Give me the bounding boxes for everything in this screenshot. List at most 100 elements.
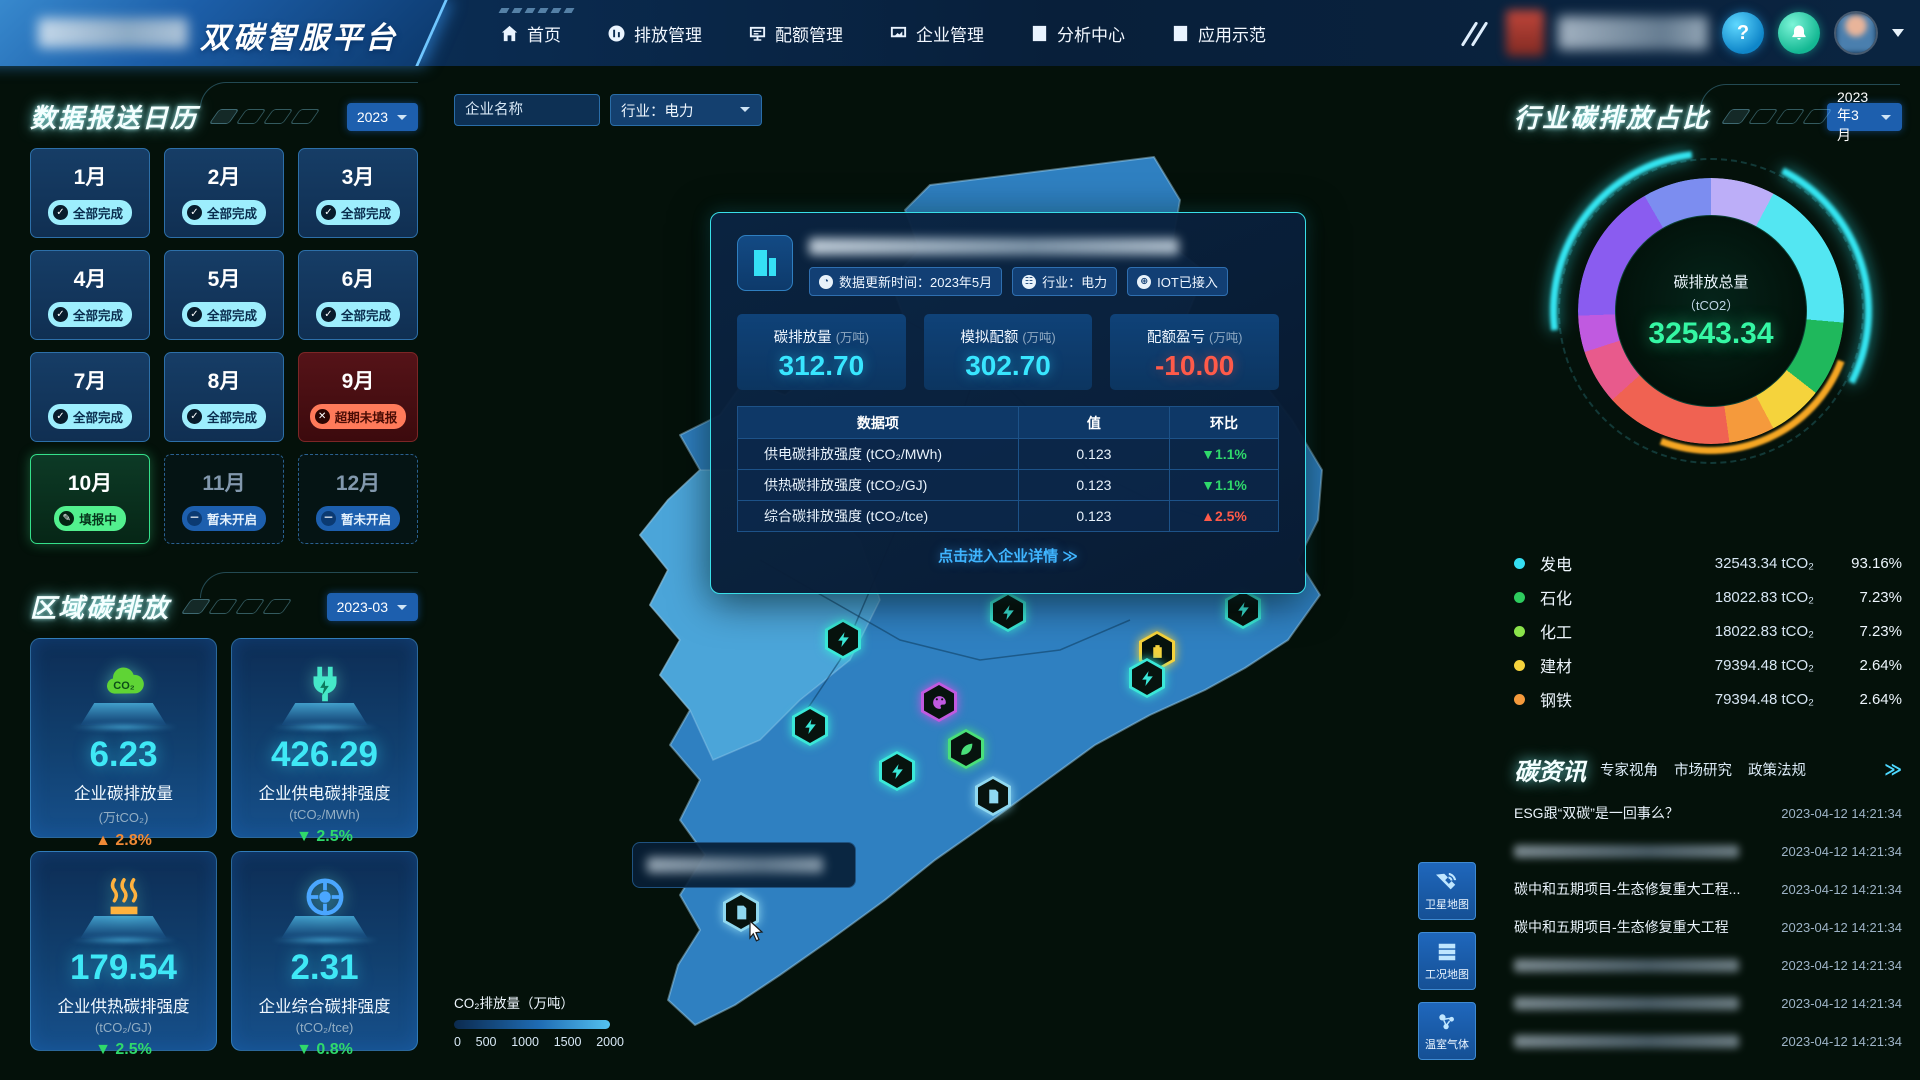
calendar-month-card[interactable]: 3月 ✓ 全部完成 [298,148,418,238]
calendar-month-card[interactable]: 9月 ✕ 超期未填报 [298,352,418,442]
nav-item-icon [748,24,767,43]
hexagon-badge [975,776,1011,816]
calendar-month-card[interactable]: 4月 ✓ 全部完成 [30,250,150,340]
news-tab[interactable]: 政策法规 [1748,759,1806,780]
building-icon [748,246,782,280]
map-legend-gradient-bar [454,1020,610,1029]
map-marker[interactable] [921,682,957,722]
help-button[interactable]: ? [1722,12,1764,54]
popup-stat-box: 配额盈亏 (万吨) -10.00 [1110,314,1279,390]
map-marker[interactable] [1129,658,1165,698]
nav-menu-item[interactable]: 分析中心 [1030,21,1125,46]
legend-percent: 7.23% [1828,589,1902,606]
table-header-cell: 数据项 [738,407,1019,438]
stat-unit: (万tCO₂) [31,807,216,826]
month-status-badge: ✓ 全部完成 [182,404,266,429]
map-marker[interactable] [990,592,1026,632]
month-status-badge: ✓ 全部完成 [48,404,132,429]
calendar-month-card[interactable]: 2月 ✓ 全部完成 [164,148,284,238]
legend-dot [1514,626,1525,637]
industry-legend-row[interactable]: 石化 18022.83 tCO₂ 7.23% [1514,580,1902,614]
table-row[interactable]: 综合碳排放强度 (tCO₂/tce) 0.123 ▲2.5% [738,500,1278,531]
news-tab[interactable]: 专家视角 [1600,759,1658,780]
marker-icon [802,718,819,735]
legend-tick: 2000 [596,1035,624,1049]
industry-legend-row[interactable]: 化工 18022.83 tCO₂ 7.23% [1514,614,1902,648]
news-item-time: 2023-04-12 14:21:34 [1781,806,1902,821]
region-stat-card[interactable]: 6.23 企业碳排放量 (万tCO₂) ▲ 2.8% [30,638,217,838]
calendar-month-card[interactable]: 8月 ✓ 全部完成 [164,352,284,442]
popup-table-header-row: 数据项值环比 [738,407,1278,438]
industry-legend-row[interactable]: 发电 32543.34 tCO₂ 93.16% [1514,546,1902,580]
news-tab[interactable]: 市场研究 [1674,759,1732,780]
map-marker[interactable] [1225,589,1261,629]
calendar-month-card[interactable]: 1月 ✓ 全部完成 [30,148,150,238]
calendar-month-card[interactable]: 5月 ✓ 全部完成 [164,250,284,340]
industry-period-value: 2023年3月 [1837,89,1872,145]
map-marker[interactable] [825,619,861,659]
chevron-down-icon [739,102,751,118]
news-row[interactable]: 2023-04-12 14:21:34 [1514,946,1902,984]
region-stat-card[interactable]: 2.31 企业综合碳排强度 (tCO₂/tce) ▼ 0.8% [231,851,418,1051]
stat-unit: (tCO₂/tce) [232,1020,417,1035]
map-layer-button[interactable]: 温室气体 [1418,1002,1476,1060]
industry-legend-row[interactable]: 建材 79394.48 tCO₂ 2.64% [1514,648,1902,682]
table-row[interactable]: 供电碳排放强度 (tCO₂/MWh) 0.123 ▼1.1% [738,438,1278,469]
map-marker[interactable] [792,706,828,746]
user-menu-caret-icon[interactable] [1892,29,1904,37]
map-layer-button[interactable]: 工况地图 [1418,932,1476,990]
news-item-title-blurred [1514,959,1739,972]
region-stat-card[interactable]: 179.54 企业供热碳排强度 (tCO₂/GJ) ▼ 2.5% [30,851,217,1051]
news-row[interactable]: 碳中和五期项目-生态修复重大工程 2023-04-12 14:21:34 [1514,908,1902,946]
calendar-month-card[interactable]: 10月 ✎ 填报中 [30,454,150,544]
tag-label: IOT已接入 [1157,272,1218,291]
nav-menu-item[interactable]: 应用示范 [1171,21,1266,46]
map-color-legend: CO₂排放量（万吨） 0500100015002000 [454,992,624,1049]
calendar-month-card[interactable]: 12月 － 暂未开启 [298,454,418,544]
calendar-month-card[interactable]: 7月 ✓ 全部完成 [30,352,150,442]
badge-status-icon: ✓ [53,409,68,424]
hexagon-badge [825,619,861,659]
news-row[interactable]: 2023-04-12 14:21:34 [1514,984,1902,1022]
enterprise-detail-link[interactable]: 点击进入企业详情 ≫ [737,545,1279,566]
badge-status-icon: ✓ [53,205,68,220]
calendar-year-dropdown[interactable]: 2023 [347,103,418,131]
news-more-link[interactable]: ≫ [1884,760,1902,780]
popup-stat-label: 碳排放量 (万吨) [737,326,906,347]
donut-center-label: 碳排放总量 [1673,271,1748,292]
nav-menu-item[interactable]: 排放管理 [607,21,702,46]
news-row[interactable]: 2023-04-12 14:21:34 [1514,1022,1902,1060]
region-stat-card[interactable]: 426.29 企业供电碳排强度 (tCO₂/MWh) ▼ 2.5% [231,638,418,838]
user-avatar[interactable] [1834,11,1878,55]
industry-legend-row[interactable]: 钢铁 79394.48 tCO₂ 2.64% [1514,682,1902,716]
month-status-badge: ✓ 全部完成 [182,302,266,327]
nav-menu-item[interactable]: 首页 [500,21,561,46]
calendar-month-card[interactable]: 6月 ✓ 全部完成 [298,250,418,340]
notifications-button[interactable] [1778,12,1820,54]
region-stat-grid: 6.23 企业碳排放量 (万tCO₂) ▲ 2.8% 426.29 企业供电碳排… [30,638,418,1051]
map-marker[interactable] [948,729,984,769]
calendar-month-card[interactable]: 11月 － 暂未开启 [164,454,284,544]
popup-stat-box: 模拟配额 (万吨) 302.70 [924,314,1093,390]
trend-value: 2.5% [115,1041,151,1058]
nav-item-icon [889,24,908,43]
stat-unit: (tCO₂/MWh) [232,807,417,822]
map-layer-button[interactable]: 卫星地图 [1418,862,1476,920]
industry-select[interactable]: 行业：电力 [610,94,762,126]
company-name-input[interactable] [454,94,600,126]
nav-menu-item[interactable]: 配额管理 [748,21,843,46]
region-period-dropdown[interactable]: 2023-03 [327,593,418,621]
map-marker[interactable] [879,751,915,791]
industry-period-dropdown[interactable]: 2023年3月 [1827,103,1902,131]
news-item-title-blurred [1514,997,1739,1010]
nav-menu-item[interactable]: 企业管理 [889,21,984,46]
news-row[interactable]: 2023-04-12 14:21:34 [1514,832,1902,870]
badge-status-icon: ✓ [53,307,68,322]
news-row[interactable]: ESG跟“双碳”是一回事么？ 2023-04-12 14:21:34 [1514,794,1902,832]
news-row[interactable]: 碳中和五期项目-生态修复重大工程... 2023-04-12 14:21:34 [1514,870,1902,908]
map-tooltip[interactable] [632,842,856,888]
map-marker[interactable] [975,776,1011,816]
news-item-time: 2023-04-12 14:21:34 [1781,882,1902,897]
table-row[interactable]: 供热碳排放强度 (tCO₂/GJ) 0.123 ▼1.1% [738,469,1278,500]
table-cell-value: 0.123 [1019,438,1170,469]
